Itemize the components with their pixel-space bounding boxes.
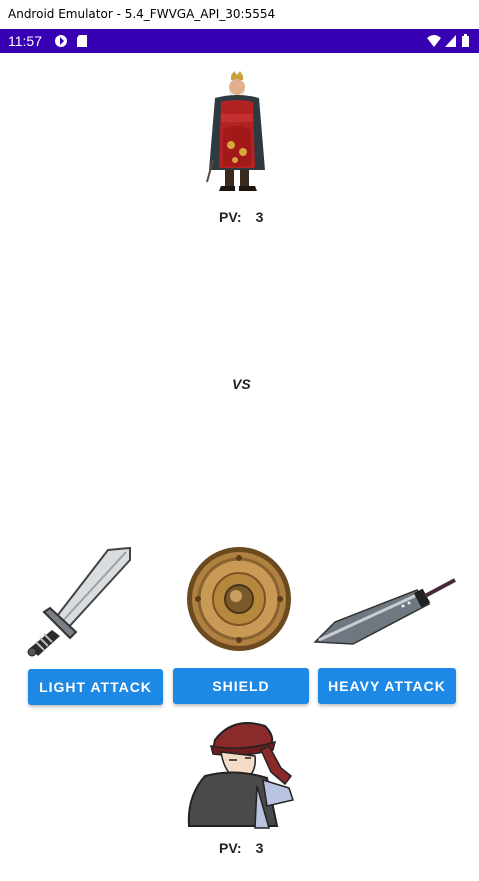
player-character-image (187, 722, 294, 829)
player-pv-value: 3 (255, 840, 264, 856)
light-attack-button[interactable]: LIGHT ATTACK (28, 669, 163, 705)
status-bar: 11:57 (0, 29, 479, 53)
vs-label: VS (232, 376, 251, 392)
enemy-hp: PV: 3 (219, 209, 263, 225)
enemy-pv-value: 3 (255, 209, 264, 225)
shield-button[interactable]: SHIELD (173, 668, 309, 704)
media-icon (55, 35, 67, 47)
sd-card-icon (77, 35, 87, 47)
player-pv-label: PV: (219, 840, 242, 856)
window-title: Android Emulator - 5.4_FWVGA_API_30:5554 (8, 7, 276, 21)
heavy-attack-button[interactable]: HEAVY ATTACK (318, 668, 456, 704)
battery-icon (462, 34, 469, 47)
enemy-pv-label: PV: (219, 209, 242, 225)
player-hp: PV: 3 (219, 840, 263, 856)
signal-icon (445, 35, 456, 47)
wifi-icon (427, 35, 441, 47)
round-shield-icon (187, 547, 291, 651)
status-time: 11:57 (8, 33, 42, 49)
enemy-king-image (206, 71, 265, 191)
greatsword-icon (313, 578, 456, 645)
sword-icon (27, 546, 131, 657)
emulator-title-bar: Android Emulator - 5.4_FWVGA_API_30:5554 (0, 0, 479, 29)
